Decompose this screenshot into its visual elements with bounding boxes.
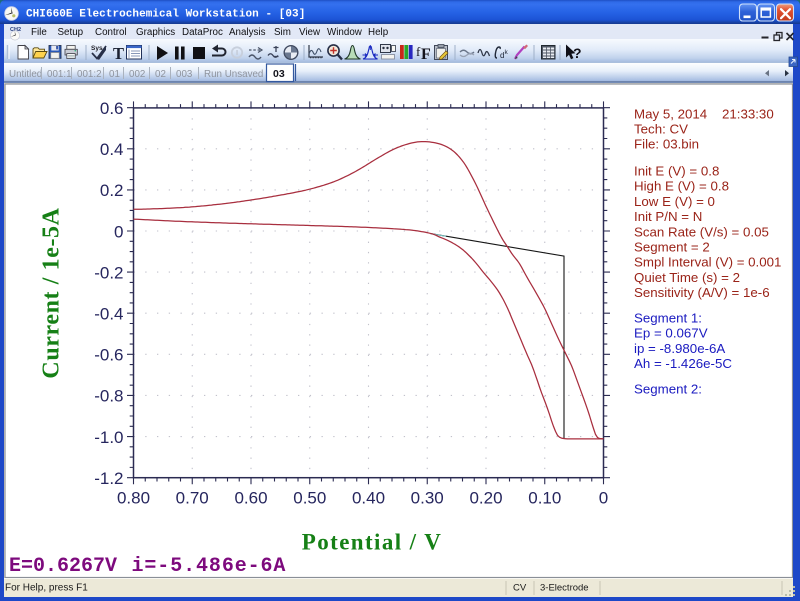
svg-text:001:1: 001:1 [47,69,72,80]
svg-text:Help: Help [368,27,389,38]
svg-text:0: 0 [599,489,608,508]
svg-text:Tech: CV: Tech: CV [634,122,688,137]
svg-text:F: F [421,46,431,63]
svg-text:Run Unsaved: Run Unsaved [204,69,263,80]
svg-text:DataProc: DataProc [182,27,223,38]
svg-text:0.50: 0.50 [293,489,326,508]
svg-text:Current / 1e-5A: Current / 1e-5A [39,207,65,378]
svg-text:Segment 1:: Segment 1: [634,311,702,326]
svg-text:-0.6: -0.6 [94,346,123,365]
svg-text:3-Electrode: 3-Electrode [540,583,589,594]
svg-text:Ah = -1.426e-5C: Ah = -1.426e-5C [634,356,732,371]
svg-text:ip = -8.980e-6A: ip = -8.980e-6A [634,341,725,356]
svg-text:Scan Rate (V/s) = 0.05: Scan Rate (V/s) = 0.05 [634,224,769,239]
svg-text:003: 003 [176,69,193,80]
svg-text:?: ? [573,45,582,61]
svg-text:0.30: 0.30 [411,489,444,508]
svg-text:0.60: 0.60 [234,489,267,508]
svg-text:01: 01 [109,69,120,80]
svg-text:0.10: 0.10 [528,489,561,508]
svg-text:Low E (V) = 0: Low E (V) = 0 [634,194,715,209]
svg-text:Setup: Setup [58,27,84,38]
svg-text:0.80: 0.80 [117,489,150,508]
svg-text:-0.8: -0.8 [94,387,123,406]
svg-text:001:2: 001:2 [77,69,102,80]
svg-text:-0.4: -0.4 [94,305,123,324]
svg-text:-0.2: -0.2 [94,263,123,282]
svg-text:File: 03.bin: File: 03.bin [634,137,699,152]
svg-text:View: View [299,27,321,38]
svg-text:-1.0: -1.0 [94,428,123,447]
svg-text:0.4: 0.4 [100,140,124,159]
svg-text:File: File [31,27,47,38]
svg-text:0.2: 0.2 [100,181,124,200]
svg-text:Quiet Time (s) = 2: Quiet Time (s) = 2 [634,270,740,285]
svg-text:02: 02 [155,69,166,80]
svg-text:0.40: 0.40 [352,489,385,508]
svg-text:Sensitivity (A/V) = 1e-6: Sensitivity (A/V) = 1e-6 [634,285,770,300]
svg-text:Sim: Sim [274,27,291,38]
svg-text:03: 03 [273,68,285,80]
svg-text:002: 002 [129,69,145,80]
svg-text:Ep = 0.067V: Ep = 0.067V [634,326,708,341]
svg-text:T: T [113,44,124,63]
svg-text:Untitled: Untitled [9,69,42,80]
svg-text:Analysis: Analysis [229,27,266,38]
svg-text:0.70: 0.70 [176,489,209,508]
svg-text:Init E (V) = 0.8: Init E (V) = 0.8 [634,164,719,179]
svg-text:0: 0 [114,222,123,241]
svg-text:Sys: Sys [91,45,103,52]
svg-text:Init P/N = N: Init P/N = N [634,209,702,224]
svg-text:CHI660E Electrochemical Workst: CHI660E Electrochemical Workstation - [0… [26,9,305,21]
svg-text:Control: Control [95,27,127,38]
svg-text:-1.2: -1.2 [94,469,123,488]
svg-text:For Help, press F1: For Help, press F1 [5,583,88,594]
svg-text:High E (V) = 0.8: High E (V) = 0.8 [634,179,729,194]
svg-text:May 5, 2014 21:33:30: May 5, 2014 21:33:30 [634,106,774,121]
svg-text:0.20: 0.20 [469,489,502,508]
svg-text:E=0.6267V: E=0.6267V [9,555,117,578]
svg-text:i=-5.486e-6A: i=-5.486e-6A [132,555,287,578]
svg-text:0.6: 0.6 [100,99,124,118]
svg-text:Graphics: Graphics [136,27,175,38]
svg-text:Window: Window [327,27,363,38]
svg-text:CV: CV [513,583,527,594]
svg-text:Potential / V: Potential / V [302,530,442,555]
svg-text:Smpl Interval (V) = 0.001: Smpl Interval (V) = 0.001 [634,255,781,270]
svg-text:Segment = 2: Segment = 2 [634,240,710,255]
svg-text:Segment 2:: Segment 2: [634,382,702,397]
